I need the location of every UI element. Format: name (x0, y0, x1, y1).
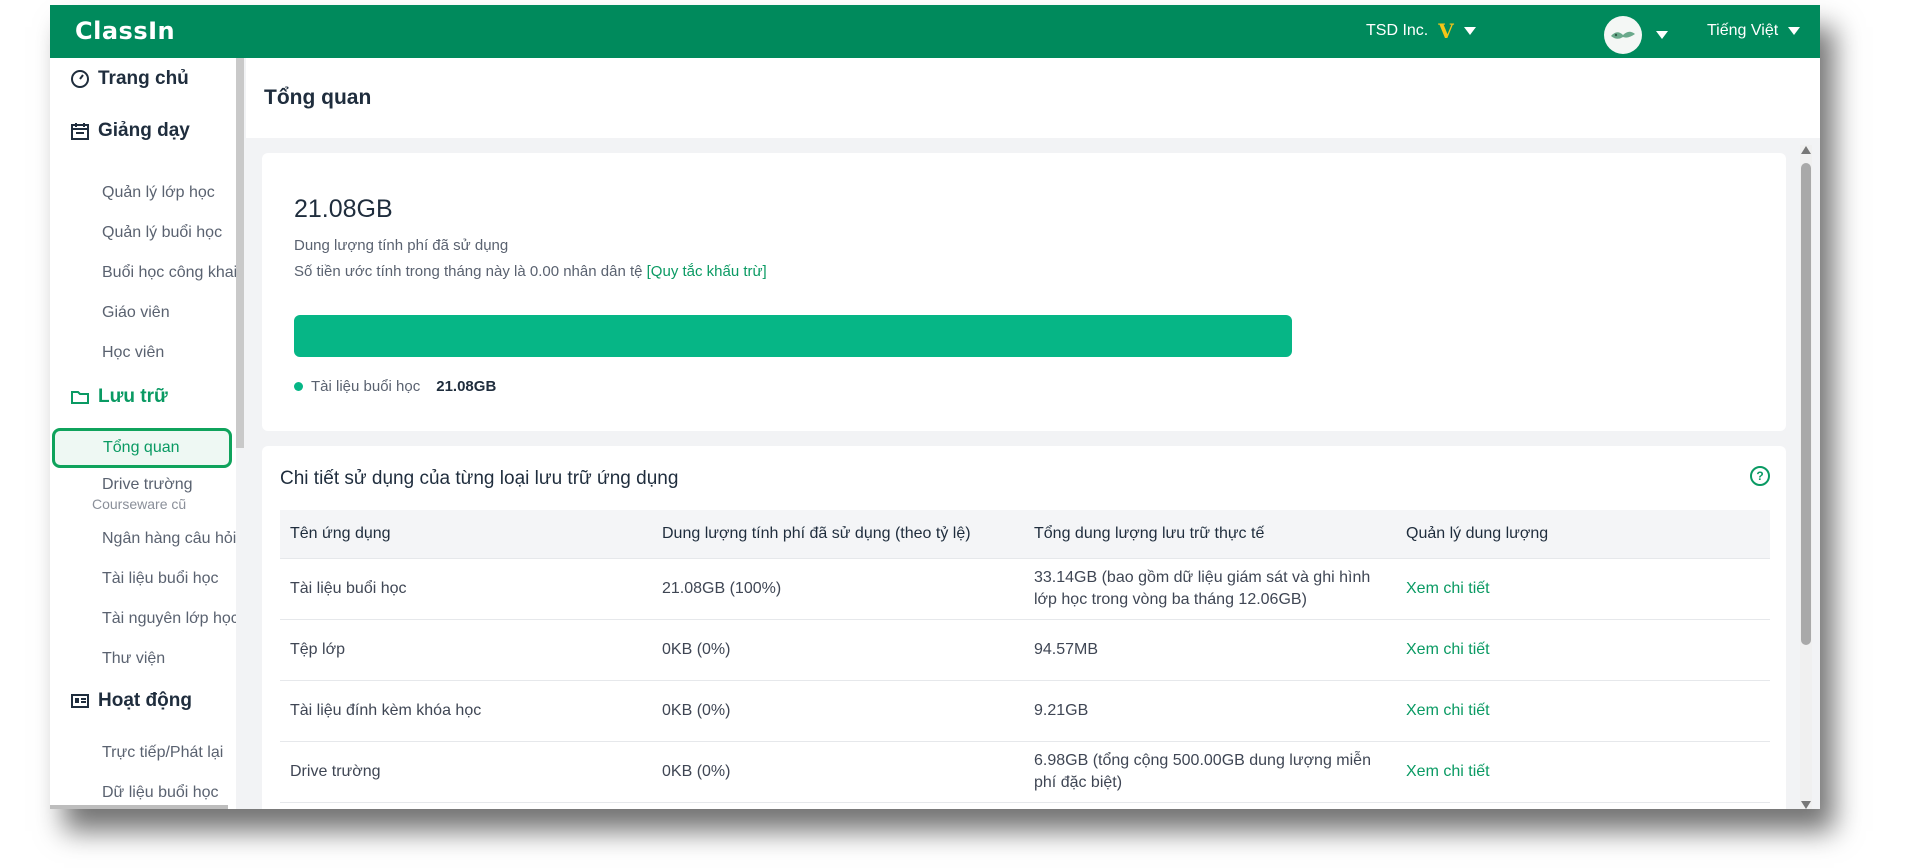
sidebar-horizontal-scrollbar[interactable] (50, 805, 228, 809)
table-row: Tài liệu đính kèm khóa học 0KB (0%) 9.21… (280, 680, 1770, 742)
sidebar-item-overview[interactable]: Tổng quan (52, 428, 232, 468)
usage-total: 21.08GB (294, 195, 393, 223)
sidebar-item-home[interactable]: Trang chủ (70, 68, 189, 90)
sidebar-item-question-bank[interactable]: Ngân hàng câu hỏi (102, 530, 236, 548)
deduction-rules-link[interactable]: [Quy tắc khấu trừ] (647, 263, 767, 280)
view-details-link[interactable]: Xem chi tiết (1396, 741, 1770, 803)
sidebar-item-label: Trang chủ (98, 68, 189, 89)
billed-usage-cell: 0KB (0%) (652, 741, 1024, 803)
sidebar-item-lesson-materials[interactable]: Tài liệu buổi học (102, 570, 219, 588)
storage-details-table: Tên ứng dụng Dung lượng tính phí đã sử d… (280, 510, 1770, 803)
scroll-up-icon[interactable] (1801, 146, 1811, 154)
details-title: Chi tiết sử dụng của từng loại lưu trữ ứ… (280, 468, 679, 489)
chevron-down-icon (1463, 27, 1476, 35)
main-scrollbar-thumb[interactable] (1801, 163, 1811, 645)
classin-logo[interactable]: ClassIn (75, 17, 175, 45)
table-row: Tệp lớp 0KB (0%) 94.57MB Xem chi tiết (280, 619, 1770, 681)
avatar[interactable] (1604, 16, 1642, 54)
sidebar-item-live-playback[interactable]: Trực tiếp/Phát lại (102, 744, 223, 762)
billed-usage-cell: 21.08GB (100%) (652, 558, 1024, 620)
folder-icon (71, 391, 89, 404)
help-icon[interactable]: ? (1750, 466, 1770, 486)
org-name: TSD Inc. (1366, 22, 1429, 39)
sidebar-section-label: Giảng dạy (98, 120, 190, 141)
column-header: Quản lý dung lượng (1396, 510, 1770, 559)
sidebar: Trang chủ Giảng dạy Quản lý lớp học Quản… (50, 58, 236, 809)
usage-summary-card: 21.08GB Dung lượng tính phí đã sử dụng S… (262, 153, 1786, 431)
id-card-icon (71, 694, 89, 708)
estimate-text: Số tiền ước tính trong tháng này là 0.00… (294, 263, 767, 280)
chevron-down-icon (1656, 31, 1668, 39)
legend-value: 21.08GB (436, 378, 497, 395)
sidebar-section-activity[interactable]: Hoạt động (70, 690, 192, 712)
user-menu[interactable] (1604, 16, 1668, 54)
app-name-cell: Tài liệu đính kèm khóa học (280, 680, 652, 742)
sidebar-item-lesson-data[interactable]: Dữ liệu buổi học (102, 784, 219, 802)
column-header: Dung lượng tính phí đã sử dụng (theo tỷ … (652, 510, 1024, 559)
view-details-link[interactable]: Xem chi tiết (1396, 558, 1770, 620)
app-name-cell: Drive trường (280, 741, 652, 803)
scroll-down-icon[interactable] (1801, 801, 1811, 809)
view-details-link[interactable]: Xem chi tiết (1396, 680, 1770, 742)
sidebar-item-library[interactable]: Thư viện (102, 650, 165, 668)
actual-storage-cell: 9.21GB (1024, 680, 1396, 742)
language-label: Tiếng Việt (1707, 22, 1779, 39)
sidebar-section-label: Lưu trữ (98, 386, 168, 407)
language-selector[interactable]: Tiếng Việt (1707, 22, 1801, 40)
app-name-cell: Tệp lớp (280, 619, 652, 681)
table-row: Drive trường 0KB (0%) 6.98GB (tổng cộng … (280, 741, 1770, 803)
legend-label: Tài liệu buổi học (311, 378, 421, 395)
usage-legend: Tài liệu buổi học 21.08GB (294, 378, 496, 395)
usage-progress-bar (294, 315, 1292, 357)
column-header: Tên ứng dụng (280, 510, 652, 559)
table-row: Tài liệu buổi học 21.08GB (100%) 33.14GB… (280, 558, 1770, 620)
billed-usage-cell: 0KB (0%) (652, 680, 1024, 742)
top-bar: ClassIn TSD Inc. V Tiếng Việt (50, 5, 1820, 58)
legend-dot-icon (294, 382, 303, 391)
app-window: ClassIn TSD Inc. V Tiếng Việt Trang chủ … (50, 5, 1820, 809)
sidebar-section-storage[interactable]: Lưu trữ (70, 386, 168, 408)
column-header: Tổng dung lượng lưu trữ thực tế (1024, 510, 1396, 559)
usage-progress-fill (294, 315, 1292, 357)
table-header-row: Tên ứng dụng Dung lượng tính phí đã sử d… (280, 510, 1770, 559)
chevron-down-icon (1788, 27, 1801, 35)
org-switcher[interactable]: TSD Inc. V (1366, 19, 1476, 43)
sidebar-item-class-management[interactable]: Quản lý lớp học (102, 184, 215, 202)
sidebar-scrollbar[interactable] (236, 58, 244, 448)
view-details-link[interactable]: Xem chi tiết (1396, 619, 1770, 681)
actual-storage-cell: 33.14GB (bao gồm dữ liệu giám sát và ghi… (1024, 558, 1396, 620)
sidebar-item-old-courseware[interactable]: Courseware cũ (92, 496, 186, 512)
sidebar-item-teachers[interactable]: Giáo viên (102, 304, 170, 322)
storage-details-card: Chi tiết sử dụng của từng loại lưu trữ ứ… (262, 446, 1786, 809)
calendar-icon (71, 123, 89, 140)
sidebar-item-students[interactable]: Học viên (102, 344, 164, 362)
app-name-cell: Tài liệu buổi học (280, 558, 652, 620)
dashboard-icon (71, 70, 89, 88)
sidebar-item-public-lessons[interactable]: Buổi học công khai (102, 264, 236, 282)
billed-usage-cell: 0KB (0%) (652, 619, 1024, 681)
actual-storage-cell: 6.98GB (tổng cộng 500.00GB dung lượng mi… (1024, 741, 1396, 803)
page-title: Tổng quan (264, 86, 372, 109)
bird-icon (1611, 31, 1635, 39)
vip-badge-icon: V (1438, 19, 1454, 43)
actual-storage-cell: 94.57MB (1024, 619, 1396, 681)
sidebar-section-label: Hoạt động (98, 690, 192, 711)
sidebar-item-school-drive[interactable]: Drive trường (102, 476, 193, 494)
sidebar-section-teaching[interactable]: Giảng dạy (70, 120, 190, 142)
page-header: Tổng quan (246, 58, 1820, 138)
sidebar-item-lesson-management[interactable]: Quản lý buổi học (102, 224, 222, 242)
estimate-value: Số tiền ước tính trong tháng này là 0.00… (294, 263, 643, 280)
usage-label: Dung lượng tính phí đã sử dụng (294, 237, 509, 254)
sidebar-item-class-resources[interactable]: Tài nguyên lớp học (102, 610, 236, 628)
